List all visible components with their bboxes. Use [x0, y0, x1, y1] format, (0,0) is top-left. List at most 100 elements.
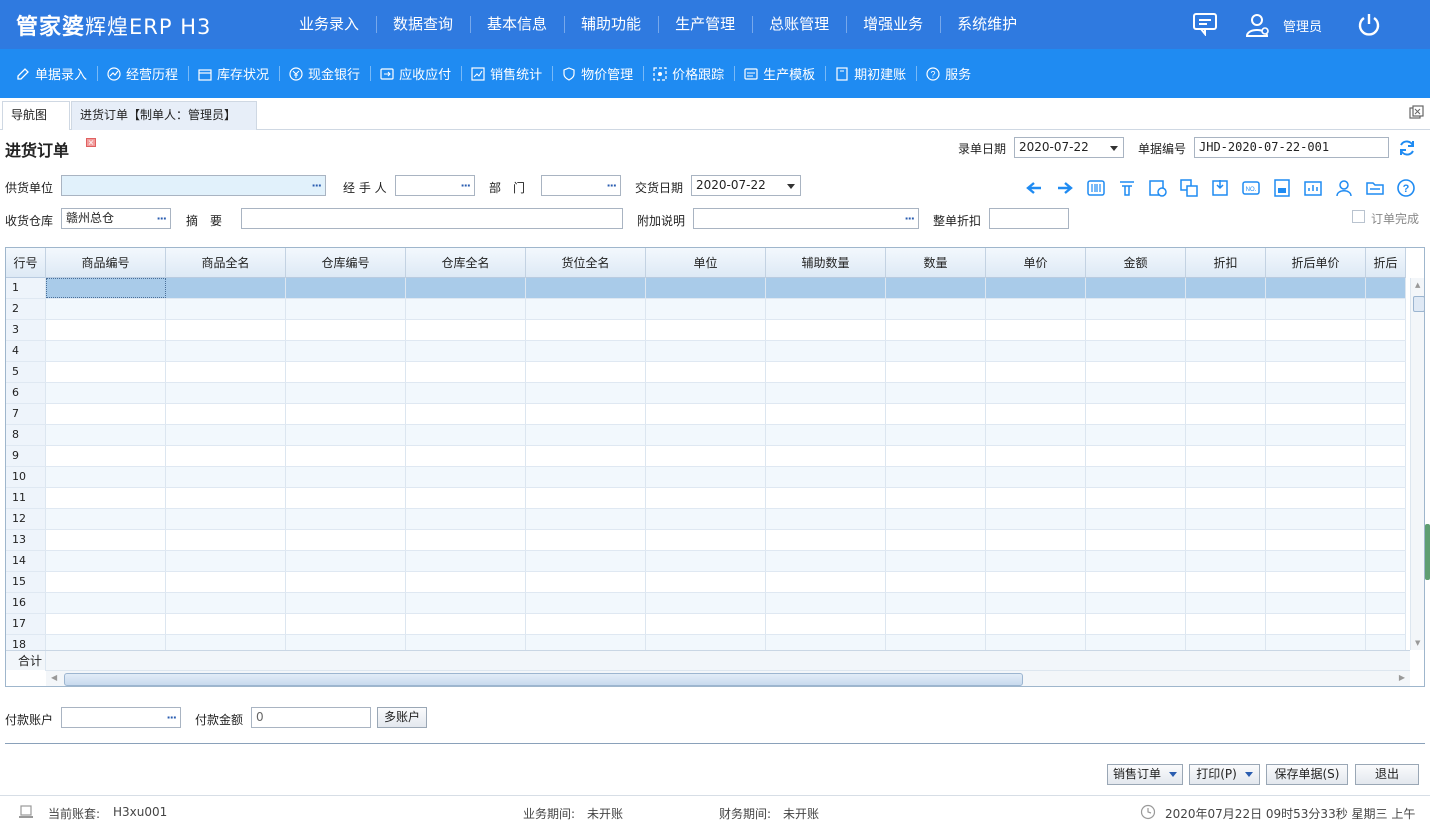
table-cell[interactable] [1266, 488, 1366, 508]
menu-system[interactable]: 系统维护 [940, 0, 1034, 49]
table-cell[interactable] [886, 320, 986, 340]
number-icon[interactable]: NO. [1241, 178, 1261, 198]
table-cell[interactable] [1366, 320, 1406, 340]
table-cell[interactable] [1366, 362, 1406, 382]
table-cell[interactable] [646, 488, 766, 508]
table-cell[interactable] [766, 488, 886, 508]
table-cell[interactable] [1366, 593, 1406, 613]
summary-field[interactable] [241, 208, 623, 229]
table-cell[interactable] [766, 278, 886, 298]
table-cell[interactable] [526, 299, 646, 319]
col-header[interactable]: 折后 [1366, 248, 1406, 278]
table-cell[interactable] [1266, 467, 1366, 487]
side-panel-handle[interactable] [1425, 524, 1430, 580]
menu-production[interactable]: 生产管理 [658, 0, 752, 49]
table-cell[interactable] [166, 404, 286, 424]
table-cell[interactable] [46, 572, 166, 592]
table-cell[interactable] [1186, 299, 1266, 319]
table-cell[interactable] [646, 530, 766, 550]
table-cell[interactable] [1086, 614, 1186, 634]
table-cell[interactable] [886, 509, 986, 529]
table-row[interactable]: 2 [6, 299, 1406, 320]
table-cell[interactable] [166, 614, 286, 634]
table-cell[interactable] [526, 425, 646, 445]
table-cell[interactable] [766, 467, 886, 487]
more-icon[interactable]: ··· [156, 209, 167, 228]
table-cell[interactable] [1366, 509, 1406, 529]
table-cell[interactable] [286, 446, 406, 466]
message-icon[interactable] [1192, 12, 1218, 36]
table-cell[interactable] [886, 362, 986, 382]
table-cell[interactable] [986, 404, 1086, 424]
table-cell[interactable] [1366, 551, 1406, 571]
more-icon[interactable]: ··· [606, 176, 617, 195]
table-cell[interactable] [886, 467, 986, 487]
pay-account-field[interactable]: ··· [61, 707, 181, 728]
table-cell[interactable] [646, 362, 766, 382]
refresh-icon[interactable] [1397, 138, 1417, 158]
table-row[interactable]: 11 [6, 488, 1406, 509]
table-cell[interactable] [286, 278, 406, 298]
table-cell[interactable] [766, 530, 886, 550]
table-cell[interactable] [1186, 530, 1266, 550]
table-cell[interactable] [1086, 572, 1186, 592]
table-cell[interactable] [1266, 383, 1366, 403]
table-cell[interactable] [1186, 404, 1266, 424]
table-cell[interactable] [526, 383, 646, 403]
menu-basic-info[interactable]: 基本信息 [470, 0, 564, 49]
table-cell[interactable] [1086, 341, 1186, 361]
scroll-down-icon[interactable]: ▼ [1415, 639, 1420, 647]
table-cell[interactable] [646, 425, 766, 445]
arrow-right-icon[interactable] [1055, 178, 1075, 198]
table-cell[interactable] [1266, 320, 1366, 340]
table-cell[interactable] [1366, 425, 1406, 445]
table-cell[interactable] [986, 509, 1086, 529]
table-cell[interactable] [646, 404, 766, 424]
table-cell[interactable] [646, 551, 766, 571]
table-cell[interactable] [406, 614, 526, 634]
table-cell[interactable] [526, 551, 646, 571]
table-cell[interactable] [526, 593, 646, 613]
table-cell[interactable] [286, 425, 406, 445]
table-cell[interactable] [646, 299, 766, 319]
table-cell[interactable] [46, 593, 166, 613]
table-cell[interactable] [46, 551, 166, 571]
delivery-date-select[interactable]: 2020-07-22 [691, 175, 801, 196]
table-cell[interactable] [766, 299, 886, 319]
more-icon[interactable]: ··· [904, 209, 915, 228]
table-cell[interactable] [166, 341, 286, 361]
user-name[interactable]: 管理员 [1283, 16, 1322, 35]
table-cell[interactable] [766, 383, 886, 403]
vertical-scrollbar[interactable]: ▲ ▼ [1410, 278, 1424, 650]
table-cell[interactable] [286, 320, 406, 340]
table-cell[interactable] [766, 320, 886, 340]
table-cell[interactable] [286, 572, 406, 592]
table-cell[interactable] [646, 467, 766, 487]
sales-order-button[interactable]: 销售订单 [1107, 764, 1183, 785]
table-cell[interactable] [1086, 488, 1186, 508]
table-cell[interactable] [1366, 404, 1406, 424]
table-cell[interactable] [1266, 341, 1366, 361]
table-cell[interactable] [1186, 446, 1266, 466]
table-cell[interactable] [886, 299, 986, 319]
table-cell[interactable] [766, 614, 886, 634]
table-cell[interactable] [1266, 593, 1366, 613]
table-cell[interactable] [526, 614, 646, 634]
settings-doc-icon[interactable] [1148, 178, 1168, 198]
table-cell[interactable] [46, 299, 166, 319]
table-cell[interactable] [526, 572, 646, 592]
folder-icon[interactable] [1365, 178, 1385, 198]
table-cell[interactable] [286, 551, 406, 571]
table-cell[interactable] [406, 320, 526, 340]
table-row[interactable]: 6 [6, 383, 1406, 404]
table-cell[interactable] [166, 467, 286, 487]
table-cell[interactable] [1086, 551, 1186, 571]
doc-no-field[interactable]: JHD-2020-07-22-001 [1194, 137, 1389, 158]
table-cell[interactable] [1366, 278, 1406, 298]
table-cell[interactable] [1086, 404, 1186, 424]
table-cell[interactable] [46, 530, 166, 550]
power-icon[interactable] [1356, 12, 1382, 38]
table-cell[interactable] [166, 425, 286, 445]
table-cell[interactable] [646, 383, 766, 403]
table-cell[interactable] [766, 404, 886, 424]
